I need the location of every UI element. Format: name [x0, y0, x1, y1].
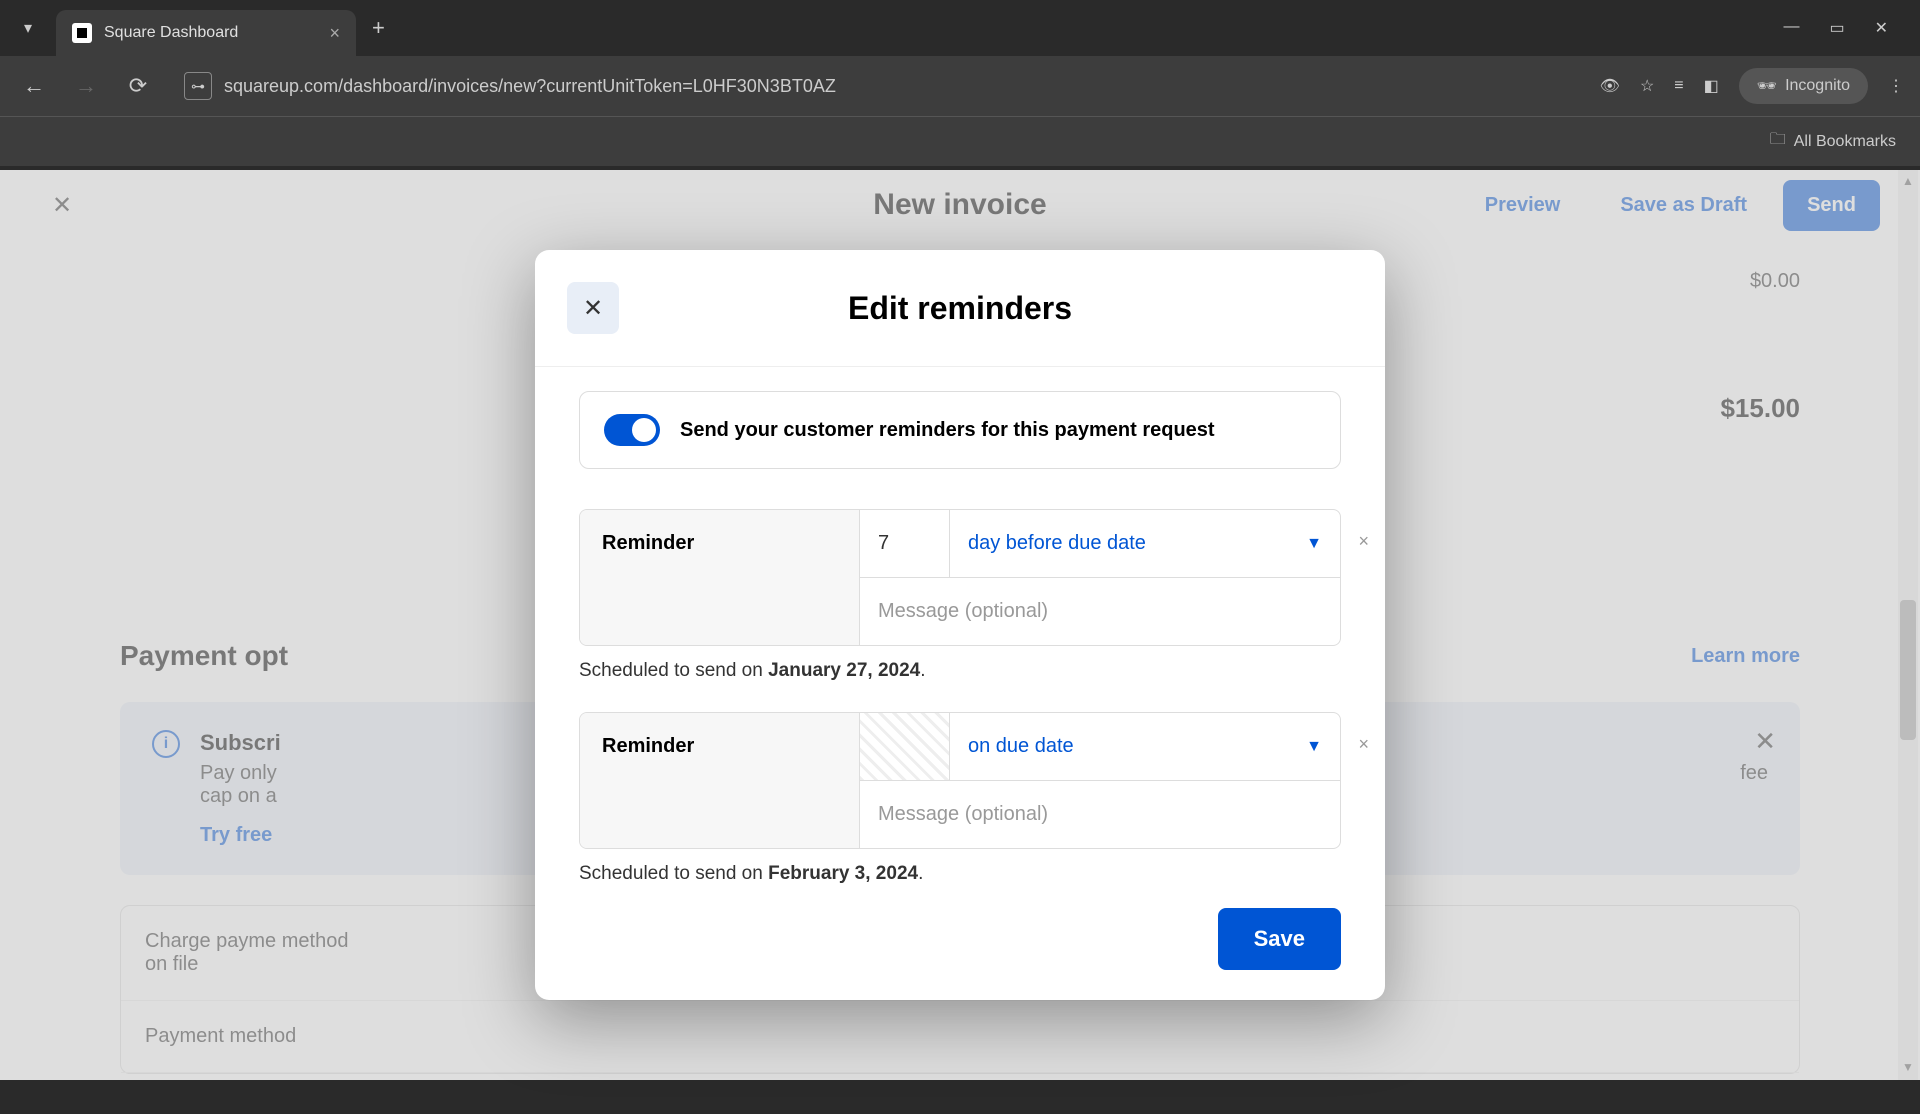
browser-chrome: ▾ Square Dashboard × + — ▭ ✕ ← → ⟳ ⊶ squ… [0, 0, 1920, 170]
reminder-label: Reminder [580, 510, 860, 645]
reminder-message-input[interactable] [878, 600, 1322, 623]
modal-body: Send your customer reminders for this pa… [535, 367, 1385, 887]
schedule-text-2: Scheduled to send on February 3, 2024. [579, 863, 1341, 885]
reminder-message-field[interactable] [860, 578, 1340, 645]
window-controls: — ▭ ✕ [1783, 18, 1912, 38]
reminder-days-input-disabled [860, 713, 950, 781]
url-text: squareup.com/dashboard/invoices/new?curr… [224, 76, 836, 97]
chevron-down-icon: ▼ [1306, 738, 1322, 756]
reminders-toggle-card: Send your customer reminders for this pa… [579, 391, 1341, 469]
tab-title: Square Dashboard [104, 24, 317, 42]
reload-button[interactable]: ⟳ [120, 68, 156, 104]
reminder-timing-select[interactable]: day before due date ▼ [950, 510, 1340, 578]
remove-reminder-icon[interactable]: × [1358, 531, 1369, 552]
side-panel-icon[interactable]: ◧ [1704, 76, 1719, 96]
save-button[interactable]: Save [1218, 908, 1341, 970]
reminder-block-1: Reminder 7 day before due date ▼ × Sched… [579, 509, 1341, 682]
incognito-badge[interactable]: 🕶 Incognito [1739, 68, 1868, 104]
bookmarks-bar: 🗀 All Bookmarks [0, 116, 1920, 166]
toggle-label: Send your customer reminders for this pa… [680, 419, 1215, 442]
chevron-down-icon: ▼ [1306, 535, 1322, 553]
tab-search-dropdown[interactable]: ▾ [8, 8, 48, 48]
incognito-label: Incognito [1785, 77, 1850, 95]
new-tab-button[interactable]: + [372, 15, 385, 41]
reminder-timing-value: day before due date [968, 532, 1146, 555]
reminder-timing-select[interactable]: on due date ▼ [950, 713, 1340, 781]
back-button[interactable]: ← [16, 68, 52, 104]
schedule-text-1: Scheduled to send on January 27, 2024. [579, 660, 1341, 682]
reminder-message-input[interactable] [878, 803, 1322, 826]
modal-header: ✕ Edit reminders [535, 250, 1385, 367]
bookmark-star-icon[interactable]: ☆ [1640, 76, 1654, 96]
reminder-label: Reminder [580, 713, 860, 848]
modal-footer: Save [535, 887, 1385, 1000]
forward-button[interactable]: → [68, 68, 104, 104]
modal-title: Edit reminders [848, 290, 1072, 327]
address-bar[interactable]: ⊶ squareup.com/dashboard/invoices/new?cu… [172, 72, 1584, 100]
url-bar: ← → ⟳ ⊶ squareup.com/dashboard/invoices/… [0, 56, 1920, 116]
eye-off-icon[interactable]: 👁 [1600, 76, 1620, 96]
site-info-icon[interactable]: ⊶ [184, 72, 212, 100]
tab-close-icon[interactable]: × [329, 23, 340, 44]
reminder-block-2: Reminder on due date ▼ × Scheduled to se… [579, 712, 1341, 885]
modal-close-button[interactable]: ✕ [567, 282, 619, 334]
square-favicon [72, 23, 92, 43]
incognito-icon: 🕶 [1757, 76, 1777, 96]
reminder-card-1: Reminder 7 day before due date ▼ [579, 509, 1341, 646]
minimize-icon[interactable]: — [1783, 18, 1799, 38]
maximize-icon[interactable]: ▭ [1829, 18, 1844, 38]
active-tab[interactable]: Square Dashboard × [56, 10, 356, 56]
close-window-icon[interactable]: ✕ [1875, 18, 1888, 38]
reminders-toggle[interactable] [604, 414, 660, 446]
tab-bar: ▾ Square Dashboard × + — ▭ ✕ [0, 0, 1920, 56]
folder-icon: 🗀 [1770, 128, 1786, 155]
reading-list-icon[interactable]: ≡ [1674, 77, 1683, 95]
remove-reminder-icon[interactable]: × [1358, 734, 1369, 755]
page-content: ✕ New invoice Preview Save as Draft Send… [0, 170, 1920, 1080]
menu-icon[interactable]: ⋮ [1888, 76, 1904, 96]
edit-reminders-modal: ✕ Edit reminders Send your customer remi… [535, 250, 1385, 1000]
reminder-card-2: Reminder on due date ▼ [579, 712, 1341, 849]
reminder-days-input[interactable]: 7 [860, 510, 950, 578]
reminder-message-field[interactable] [860, 781, 1340, 848]
all-bookmarks-link[interactable]: All Bookmarks [1794, 133, 1896, 151]
reminder-timing-value: on due date [968, 735, 1074, 758]
